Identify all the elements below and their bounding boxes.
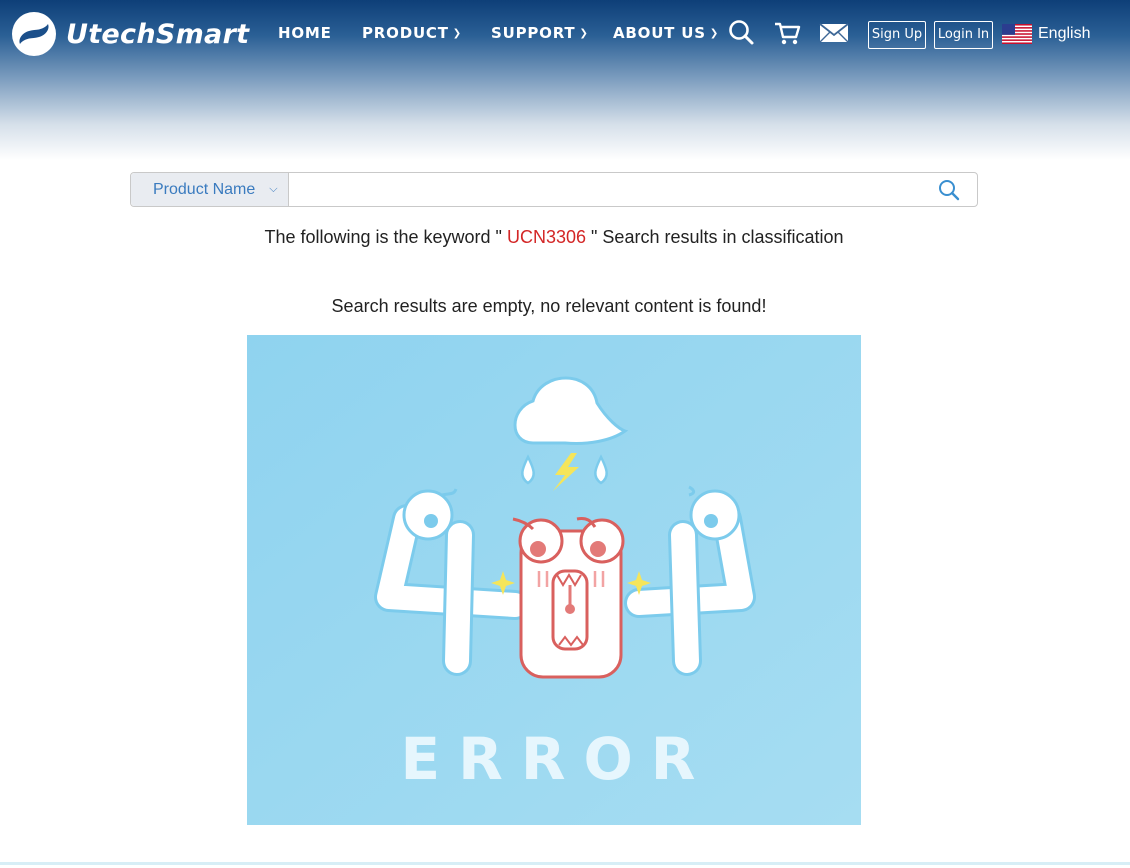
us-flag-icon: [1002, 24, 1032, 44]
chevron-down-icon: ❯: [452, 28, 462, 39]
language-label: English: [1038, 25, 1091, 42]
language-selector[interactable]: English: [1002, 24, 1090, 44]
search-icon: [939, 179, 960, 200]
chevron-down-icon: ❯: [709, 28, 719, 39]
nav-product[interactable]: PRODUCT ❯: [362, 24, 462, 42]
nav-product-label: PRODUCT: [362, 24, 449, 42]
login-button[interactable]: Login In: [934, 21, 993, 49]
error-caption: ERROR: [401, 725, 714, 793]
search-category-select[interactable]: Product Name ⌵: [131, 173, 289, 206]
search-icon[interactable]: [727, 18, 757, 48]
nav-home[interactable]: HOME: [278, 24, 332, 42]
mail-icon[interactable]: [818, 18, 850, 48]
site-header: UtechSmart HOME PRODUCT ❯ SUPPORT ❯ ABOUT …: [0, 0, 1130, 160]
cart-icon[interactable]: [772, 18, 802, 48]
logo-mark-icon: [12, 12, 56, 56]
result-prefix: The following is the keyword ": [264, 227, 502, 247]
footer-divider: [0, 862, 1130, 865]
nav-support-label: SUPPORT: [491, 24, 576, 42]
search-category-label: Product Name: [153, 180, 256, 198]
sign-up-button[interactable]: Sign Up: [868, 21, 926, 49]
chevron-down-icon: ❯: [579, 28, 589, 39]
error-404-illustration: ERROR: [247, 335, 861, 825]
nav-about-us-label: ABOUT US: [613, 24, 706, 42]
search-submit-button[interactable]: [921, 173, 977, 206]
nav-home-label: HOME: [278, 24, 332, 42]
search-keyword: UCN3306: [506, 227, 587, 247]
search-bar: Product Name ⌵: [130, 172, 978, 207]
search-input[interactable]: [289, 173, 921, 206]
search-result-summary: The following is the keyword " UCN3306 "…: [0, 227, 1108, 248]
brand-name: UtechSmart: [66, 18, 250, 50]
chevron-down-icon: ⌵: [269, 183, 278, 195]
empty-results-message: Search results are empty, no relevant co…: [331, 296, 767, 316]
nav-about-us[interactable]: ABOUT US ❯: [613, 24, 719, 42]
brand-logo[interactable]: UtechSmart: [10, 10, 249, 58]
result-suffix: " Search results in classification: [591, 227, 844, 247]
nav-support[interactable]: SUPPORT ❯: [491, 24, 589, 42]
